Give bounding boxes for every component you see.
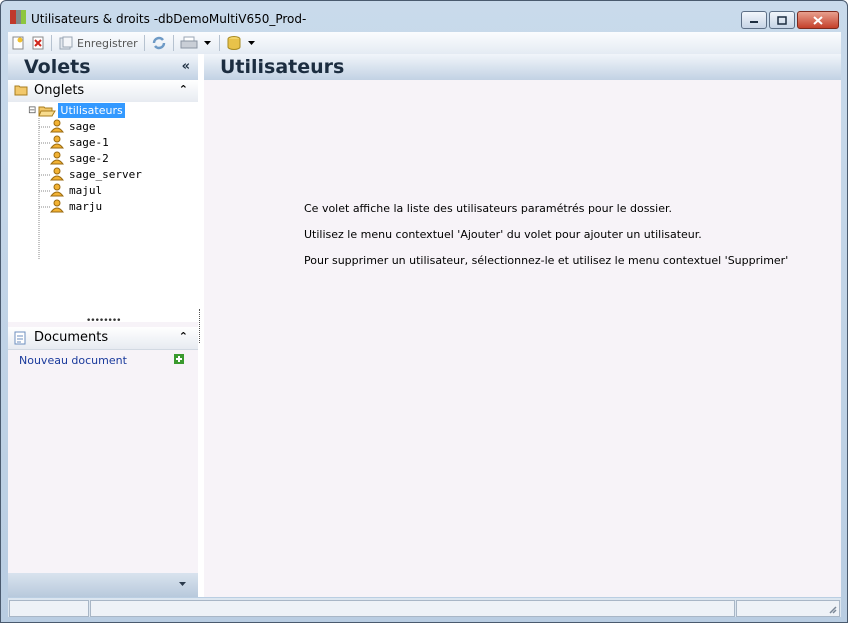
window-controls [741, 11, 839, 29]
add-icon[interactable] [174, 354, 184, 364]
info-text: Utilisez le menu contextuel 'Ajouter' du… [304, 228, 702, 241]
delete-icon [32, 36, 44, 50]
delete-button[interactable] [28, 33, 48, 53]
tree-expander[interactable]: ⊟ [28, 105, 36, 116]
close-icon [813, 15, 823, 25]
documents-title: Documents [34, 330, 109, 345]
database-button[interactable] [223, 33, 260, 53]
page-title: Utilisateurs [220, 56, 345, 78]
toolbar-separator [143, 35, 145, 51]
side-panels: Volets « Onglets ⌃ ⊟ Utilisateurs sage s… [8, 54, 198, 597]
user-icon [50, 135, 64, 149]
toolbar: Enregistrer [8, 32, 841, 54]
documents-header[interactable]: Documents ⌃ [8, 327, 198, 350]
save-button-label: Enregistrer [77, 36, 138, 50]
tree-item-label: majul [69, 183, 103, 197]
user-icon [50, 119, 64, 133]
refresh-icon [152, 36, 165, 50]
document-icon [14, 331, 26, 345]
tree-item-user[interactable]: sage_server [50, 167, 142, 181]
users-tree: ⊟ Utilisateurs sage sage-1 sage-2 sage_s… [8, 102, 198, 322]
collapse-panel-button[interactable]: « [182, 59, 190, 74]
database-icon [227, 36, 241, 50]
onglets-collapse-button[interactable]: ⌃ [179, 83, 188, 96]
title-bar[interactable]: Utilisateurs & droits -dbDemoMultiV650_P… [1, 1, 847, 31]
onglets-title: Onglets [34, 83, 85, 98]
folder-open-icon [38, 106, 57, 116]
app-window: Utilisateurs & droits -dbDemoMultiV650_P… [0, 0, 848, 623]
print-button[interactable] [177, 33, 216, 53]
user-icon [50, 151, 64, 165]
maximize-button[interactable] [769, 11, 795, 29]
folder-icon [14, 85, 28, 96]
user-icon [50, 199, 64, 213]
user-icon [50, 167, 64, 181]
tree-root-label: Utilisateurs [58, 103, 125, 118]
onglets-header[interactable]: Onglets ⌃ [8, 80, 198, 103]
panels-footer[interactable] [8, 573, 198, 597]
content-area: Volets « Onglets ⌃ ⊟ Utilisateurs sage s… [8, 54, 841, 597]
vertical-splitter[interactable] [199, 309, 200, 343]
printer-icon [180, 36, 198, 49]
tree-item-user[interactable]: majul [50, 183, 102, 197]
tree-item-user[interactable]: sage-1 [50, 135, 109, 149]
volets-header: Volets « [8, 54, 198, 80]
main-panel: Utilisateurs Ce volet affiche la liste d… [204, 54, 841, 597]
tree-item-user[interactable]: sage-2 [50, 151, 109, 165]
user-icon [50, 183, 64, 197]
tree-item-label: sage [69, 119, 96, 133]
tree-item-label: sage-1 [69, 135, 109, 149]
status-panel [736, 600, 840, 617]
chevron-down-icon [179, 582, 186, 586]
save-button[interactable]: Enregistrer [55, 33, 141, 53]
tree-item-user[interactable]: sage [50, 119, 96, 133]
tree-root-utilisateurs[interactable]: ⊟ Utilisateurs [28, 103, 125, 118]
new-button[interactable] [8, 33, 28, 53]
app-icon [10, 10, 26, 24]
refresh-button[interactable] [148, 33, 170, 53]
new-document-link[interactable]: Nouveau document [19, 354, 127, 367]
status-bar [8, 598, 841, 617]
tree-item-label: marju [69, 199, 103, 213]
volets-title: Volets [24, 56, 91, 78]
chevron-down-icon [247, 41, 255, 45]
minimize-icon [750, 21, 758, 23]
tree-item-label: sage_server [69, 167, 142, 181]
main-header: Utilisateurs [204, 54, 841, 80]
resize-grip-icon[interactable] [827, 604, 837, 614]
chevron-down-icon [203, 41, 211, 45]
tree-item-user[interactable]: marju [50, 199, 102, 213]
info-text: Ce volet affiche la liste des utilisateu… [304, 202, 672, 215]
documents-collapse-button[interactable]: ⌃ [179, 330, 188, 343]
toolbar-separator [218, 35, 220, 51]
status-panel [90, 600, 735, 617]
save-icon [59, 36, 73, 50]
panel-splitter[interactable]: •••••••• [86, 316, 121, 326]
minimize-button[interactable] [741, 11, 767, 29]
status-panel [9, 600, 89, 617]
tree-item-label: sage-2 [69, 151, 109, 165]
toolbar-separator [172, 35, 174, 51]
new-document-icon [12, 36, 24, 50]
close-button[interactable] [797, 11, 839, 29]
toolbar-separator [51, 35, 52, 51]
info-text: Pour supprimer un utilisateur, sélection… [304, 254, 789, 267]
maximize-icon [777, 15, 787, 25]
window-title: Utilisateurs & droits -dbDemoMultiV650_P… [31, 12, 307, 26]
